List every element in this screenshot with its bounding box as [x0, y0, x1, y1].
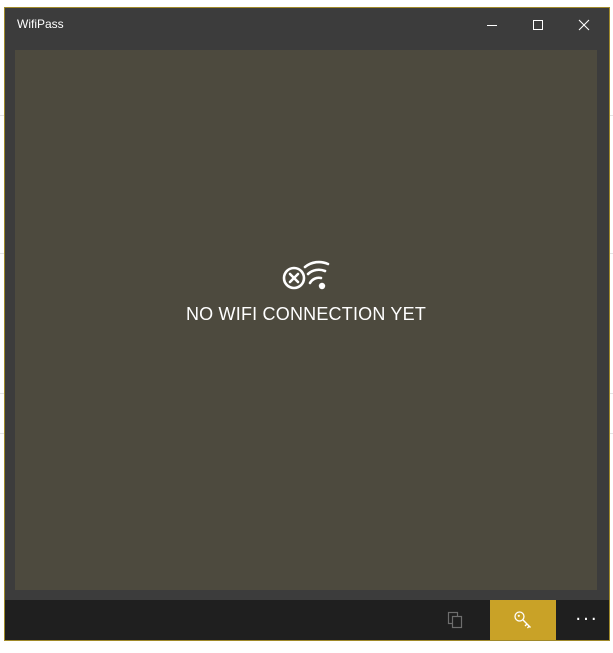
maximize-icon	[533, 20, 543, 30]
wifi-error-icon	[282, 260, 330, 290]
app-window: WifiPass NO WIFI CONNECTION YET ···	[4, 7, 610, 641]
more-button[interactable]: ···	[565, 600, 609, 640]
more-label: ···	[575, 609, 599, 630]
minimize-button[interactable]	[469, 8, 515, 42]
maximize-button[interactable]	[515, 8, 561, 42]
minimize-icon	[487, 25, 497, 26]
copy-button[interactable]	[433, 600, 477, 640]
empty-state-message: NO WIFI CONNECTION YET	[185, 304, 427, 324]
empty-state: NO WIFI CONNECTION YET	[15, 250, 597, 325]
title-bar[interactable]: WifiPass	[5, 8, 609, 42]
window-title: WifiPass	[17, 17, 64, 31]
close-button[interactable]	[561, 8, 607, 42]
copy-icon	[447, 611, 463, 629]
app-bar: ···	[5, 600, 609, 640]
main-content: NO WIFI CONNECTION YET	[15, 50, 597, 590]
close-icon	[578, 19, 590, 31]
key-icon	[514, 611, 531, 629]
key-button[interactable]	[490, 600, 556, 640]
